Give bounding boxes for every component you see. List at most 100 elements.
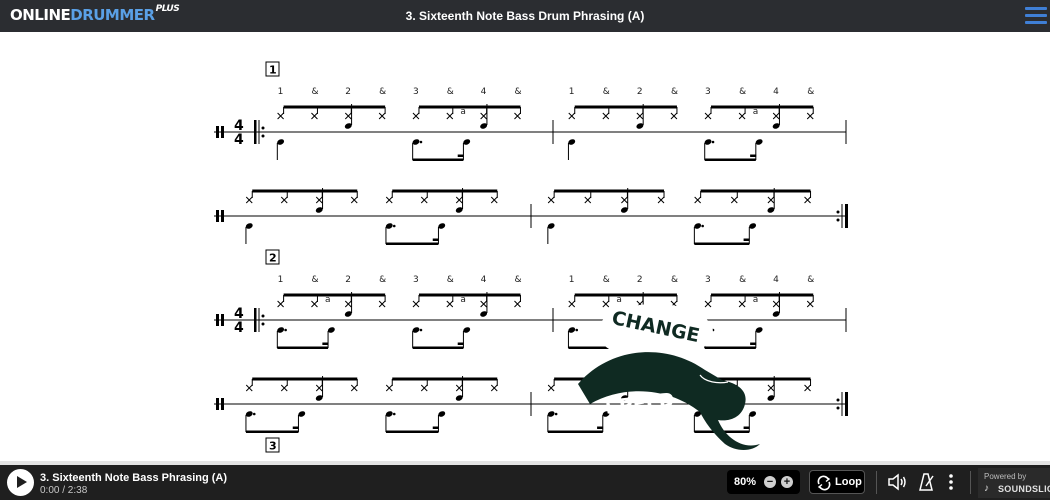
note-beam <box>322 342 329 345</box>
hihat-note <box>636 112 644 120</box>
note-beam <box>547 430 603 433</box>
dot <box>701 224 704 228</box>
note-beam <box>700 189 811 193</box>
hihat-note <box>490 384 498 392</box>
note-beam <box>392 189 498 193</box>
count-label: & <box>739 275 746 285</box>
count-label: 1 <box>569 275 575 285</box>
note-beam <box>574 293 677 297</box>
volume-icon[interactable] <box>886 472 908 492</box>
loop-icon <box>817 475 831 491</box>
metronome-icon[interactable] <box>916 472 936 492</box>
count-label: 3 <box>705 275 711 285</box>
count-label: & <box>807 275 814 285</box>
note-beam <box>245 430 299 433</box>
repeat-dot <box>836 218 840 222</box>
note-beam <box>432 426 439 429</box>
hihat-note <box>514 112 521 120</box>
note-beam <box>277 346 329 349</box>
hihat-note <box>446 300 454 308</box>
hihat-note <box>315 196 323 204</box>
count-label: 1 <box>569 87 575 97</box>
count-label-a: a <box>753 107 759 117</box>
hihat-note <box>568 112 576 120</box>
note-beam <box>574 105 677 109</box>
hihat-note <box>704 300 712 308</box>
top-bar: ONLINEDRUMMERPLUS 3. Sixteenth Note Bass… <box>0 0 1050 32</box>
divider <box>970 471 971 494</box>
count-label: 2 <box>637 275 643 285</box>
time-signature-bottom: 4 <box>234 320 244 336</box>
speed-decrease-button[interactable]: − <box>764 476 776 488</box>
repeat-bar <box>254 308 257 332</box>
hihat-note <box>670 112 678 120</box>
more-vertical-icon[interactable] <box>946 472 956 492</box>
hihat-note <box>514 300 521 308</box>
count-label: 3 <box>413 275 419 285</box>
notation-svg: 1441 & 2 & 3 & 4 &a1 & 2 & 3 & 4 &a2441 & 2 & 3 & 4 &a a1 & 2 & 3 &… <box>214 61 848 453</box>
hihat-note <box>657 196 665 204</box>
count-label-a: a <box>460 295 466 305</box>
hihat-note <box>772 300 780 308</box>
note-beam <box>412 346 464 349</box>
note-beam <box>711 105 814 109</box>
count-label-a: a <box>616 295 622 305</box>
repeat-dot <box>261 134 265 138</box>
note-beam <box>392 377 498 381</box>
soundslice-badge[interactable]: Powered by ♪ SOUNDSLICE <box>978 468 1050 498</box>
note-beam <box>711 293 814 297</box>
dot <box>392 224 396 228</box>
note-beam <box>743 426 750 429</box>
percussion-clef <box>216 210 219 222</box>
hihat-note <box>420 196 428 204</box>
repeat-bar <box>845 204 848 228</box>
hihat-note <box>806 300 814 308</box>
repeat-dot <box>836 210 840 214</box>
hihat-note <box>350 384 358 392</box>
note-beam <box>743 238 750 241</box>
note-beam <box>704 158 756 161</box>
count-label: 2 <box>345 275 351 285</box>
track-title: 3. Sixteenth Note Bass Phrasing (A) <box>40 472 228 484</box>
dot <box>419 140 423 144</box>
hihat-note <box>344 112 352 120</box>
hihat-note <box>602 300 610 308</box>
percussion-clef <box>221 398 224 410</box>
count-label: 2 <box>345 87 351 97</box>
hamburger-menu-icon[interactable] <box>1025 7 1047 25</box>
count-label: 1 <box>278 275 284 285</box>
repeat-dot <box>836 398 840 402</box>
dot <box>252 412 256 416</box>
count-label: 4 <box>773 275 779 285</box>
hihat-note <box>344 300 352 308</box>
dot <box>419 328 423 332</box>
hihat-note <box>730 196 738 204</box>
note-beam <box>283 293 386 297</box>
repeat-dot <box>261 322 265 326</box>
note-beam <box>432 238 439 241</box>
dot <box>392 412 396 416</box>
play-icon[interactable] <box>7 469 34 496</box>
note-beam <box>412 158 464 161</box>
note-beam <box>457 154 464 157</box>
hihat-note <box>804 196 811 204</box>
hihat-note <box>311 112 318 120</box>
speed-increase-button[interactable]: + <box>781 476 793 488</box>
hihat-note <box>602 112 610 120</box>
section-marker: 3 <box>269 440 277 453</box>
dot <box>284 328 287 332</box>
hihat-note <box>772 112 780 120</box>
note-beam <box>385 242 439 245</box>
repeat-dot <box>261 126 265 130</box>
count-label: 3 <box>705 87 711 97</box>
count-label: & <box>603 87 610 97</box>
count-label-a: a <box>460 107 466 117</box>
hihat-note <box>568 300 576 308</box>
section-marker: 1 <box>269 64 277 77</box>
player-bar: 3. Sixteenth Note Bass Phrasing (A) 0:00… <box>0 465 1050 500</box>
hihat-note <box>350 196 358 204</box>
hihat-note <box>480 300 487 308</box>
count-label: & <box>514 275 521 285</box>
loop-button[interactable]: Loop <box>809 470 865 494</box>
playback-time: 0:00 / 2:38 <box>40 485 88 496</box>
